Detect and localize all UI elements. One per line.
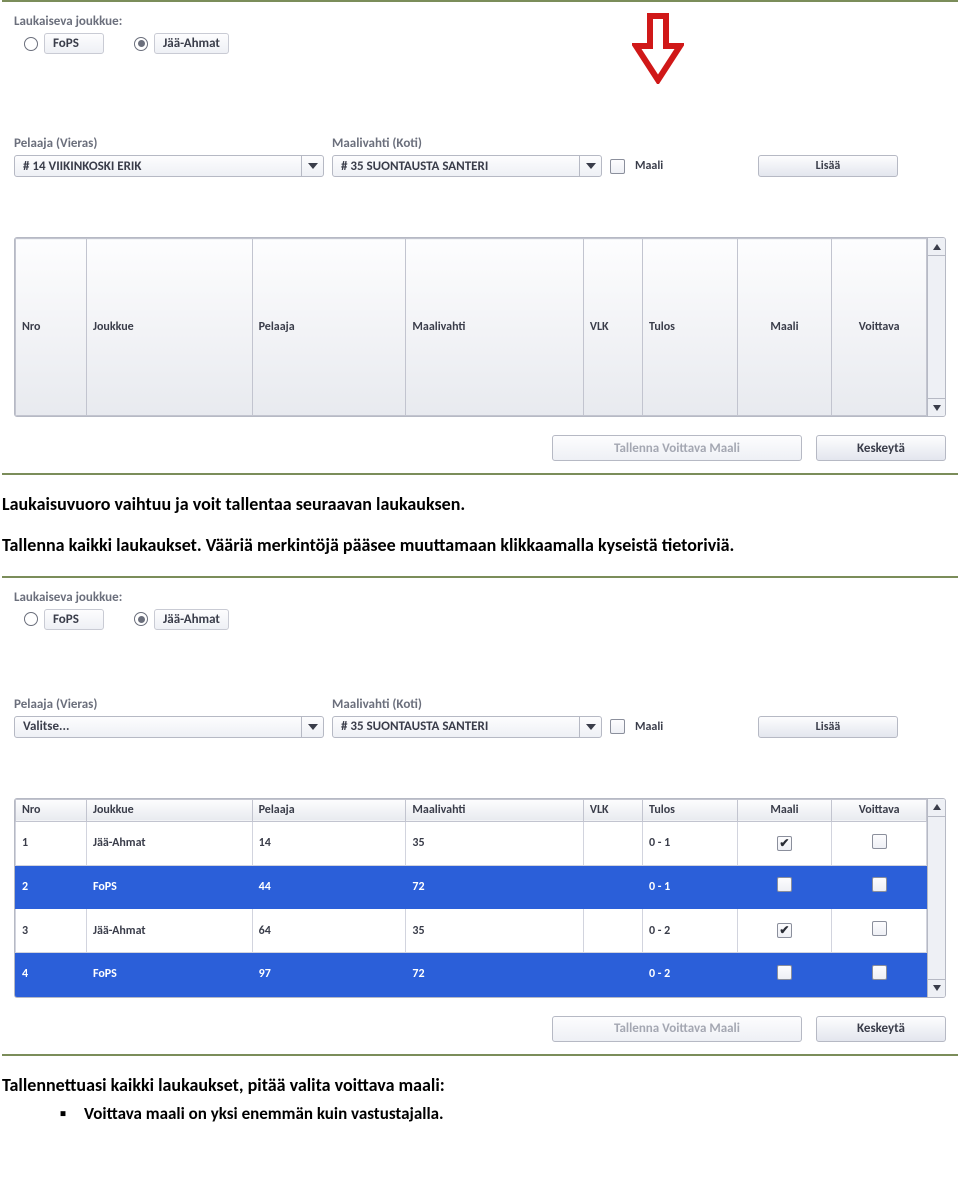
table-row[interactable]: 3Jää-Ahmat64350 - 2✔ [16,909,927,953]
th-nro: Nro [16,799,87,821]
goal-cell-checkbox[interactable]: ✔ [777,923,792,938]
radio-icon [134,37,148,51]
cancel-button[interactable]: Keskeytä [816,435,946,461]
add-button[interactable]: Lisää [758,155,898,177]
team-option-jaaahmat[interactable]: Jää-Ahmat [134,609,229,630]
scroll-down-icon[interactable] [928,979,945,997]
player-dropdown[interactable]: Valitse... [14,716,324,738]
goal-checkbox-label: Maali [635,720,663,734]
winning-cell-checkbox[interactable] [872,877,887,892]
goalie-home-label: Maalivahti (Koti) [332,697,602,712]
panel-shot-entry-2: Laukaiseva joukkue: FoPS Jää-Ahmat Pelaa… [2,576,958,1056]
team-option-jaaahmat[interactable]: Jää-Ahmat [134,33,229,54]
th-vlk: VLK [583,239,642,416]
table-scrollbar[interactable] [927,799,945,997]
th-maali: Maali [737,799,832,821]
goal-cell-checkbox[interactable]: ✔ [777,836,792,851]
team-name-jaaahmat: Jää-Ahmat [154,33,229,54]
player-dropdown[interactable]: # 14 VIIKINKOSKI ERIK [14,155,324,177]
cancel-button[interactable]: Keskeytä [816,1016,946,1042]
scroll-down-icon[interactable] [928,398,945,416]
winning-cell-checkbox[interactable] [872,921,887,936]
shooting-team-label: Laukaiseva joukkue: [14,590,946,605]
goal-cell-checkbox[interactable] [777,877,792,892]
th-voittava: Voittava [832,799,927,821]
th-nro: Nro [16,239,87,416]
goal-cell-checkbox[interactable] [777,965,792,980]
chevron-down-icon [301,156,323,176]
team-radio-group: FoPS Jää-Ahmat [24,609,946,630]
doc-bullet-1: Voittava maali on yksi enemmän kuin vast… [60,1103,960,1124]
th-joukkue: Joukkue [86,239,252,416]
save-winning-goal-button[interactable]: Tallenna Voittava Maali [552,1016,802,1042]
chevron-down-icon [579,156,601,176]
player-dropdown-value: # 14 VIIKINKOSKI ERIK [23,159,142,174]
save-winning-goal-button[interactable]: Tallenna Voittava Maali [552,435,802,461]
winning-cell-checkbox[interactable] [872,965,887,980]
chevron-down-icon [579,717,601,737]
radio-icon [24,612,38,626]
th-joukkue: Joukkue [86,799,252,821]
radio-icon [24,37,38,51]
team-radio-group: FoPS Jää-Ahmat [24,33,946,54]
table-scrollbar[interactable] [927,238,945,416]
goalie-dropdown-value: # 35 SUONTAUSTA SANTERI [341,719,488,734]
team-name-fops: FoPS [44,609,104,630]
goalie-dropdown[interactable]: # 35 SUONTAUSTA SANTERI [332,155,602,177]
th-pelaaja: Pelaaja [252,239,406,416]
radio-icon [134,612,148,626]
goal-checkbox[interactable] [610,719,625,734]
team-name-jaaahmat: Jää-Ahmat [154,609,229,630]
player-visitor-label: Pelaaja (Vieras) [14,136,324,151]
th-vlk: VLK [583,799,642,821]
table-row[interactable]: 1Jää-Ahmat14350 - 1✔ [16,821,927,865]
panel-shot-entry-1: Laukaiseva joukkue: FoPS Jää-Ahmat Pelaa… [2,0,958,475]
th-tulos: Tulos [643,799,738,821]
add-button[interactable]: Lisää [758,716,898,738]
shots-table: Nro Joukkue Pelaaja Maalivahti VLK Tulos… [14,237,946,417]
th-maalivahti: Maalivahti [406,239,583,416]
shooting-team-label: Laukaiseva joukkue: [14,14,946,29]
th-maali: Maali [737,239,832,416]
player-visitor-label: Pelaaja (Vieras) [14,697,324,712]
doc-para-1: Laukaisuvuoro vaihtuu ja voit tallentaa … [2,493,958,516]
chevron-down-icon [301,717,323,737]
shots-table: Nro Joukkue Pelaaja Maalivahti VLK Tulos… [14,798,946,998]
scroll-up-icon[interactable] [928,238,945,256]
th-voittava: Voittava [832,239,927,416]
team-option-fops[interactable]: FoPS [24,609,104,630]
table-row[interactable]: 2FoPS44720 - 1 [16,865,927,909]
goalie-dropdown[interactable]: # 35 SUONTAUSTA SANTERI [332,716,602,738]
team-name-fops: FoPS [44,33,104,54]
goalie-dropdown-value: # 35 SUONTAUSTA SANTERI [341,159,488,174]
doc-para-3: Tallennettuasi kaikki laukaukset, pitää … [2,1074,958,1097]
winning-cell-checkbox[interactable] [872,834,887,849]
th-tulos: Tulos [643,239,738,416]
goalie-home-label: Maalivahti (Koti) [332,136,602,151]
goal-checkbox-label: Maali [635,159,663,173]
player-dropdown-value: Valitse... [23,719,69,734]
th-maalivahti: Maalivahti [406,799,583,821]
scroll-up-icon[interactable] [928,799,945,817]
goal-checkbox[interactable] [610,159,625,174]
arrow-down-icon [632,12,684,89]
th-pelaaja: Pelaaja [252,799,406,821]
doc-para-2: Tallenna kaikki laukaukset. Vääriä merki… [2,534,958,557]
table-row[interactable]: 4FoPS97720 - 2 [16,953,927,997]
team-option-fops[interactable]: FoPS [24,33,104,54]
